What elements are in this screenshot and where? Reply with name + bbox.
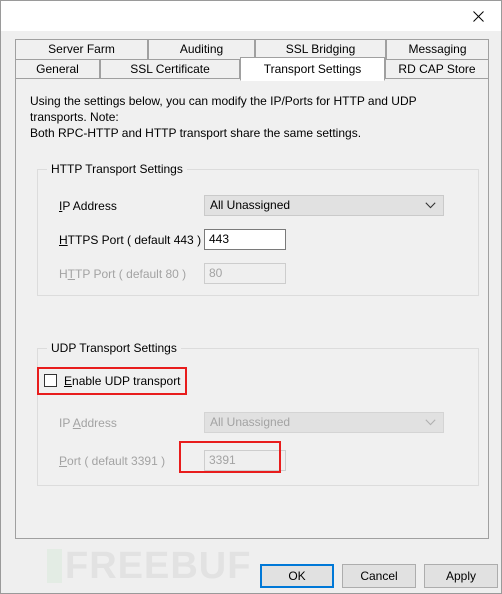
description-line-1: Using the settings below, you can modify… xyxy=(30,94,417,124)
http-ip-address-label: IP Address xyxy=(59,199,117,213)
close-button[interactable] xyxy=(455,1,501,31)
ok-button[interactable]: OK xyxy=(260,564,334,588)
title-bar xyxy=(1,1,501,31)
enable-udp-transport-checkbox[interactable] xyxy=(44,374,57,387)
dialog-window: Server Farm Auditing SSL Bridging Messag… xyxy=(0,0,502,594)
udp-port-label: Port ( default 3391 ) xyxy=(59,454,166,468)
enable-udp-transport-label: Enable UDP transport xyxy=(64,373,181,388)
tab-rd-cap-store[interactable]: RD CAP Store xyxy=(385,59,489,80)
http-group-title: HTTP Transport Settings xyxy=(47,162,187,176)
watermark: FREEBUF xyxy=(47,545,252,587)
enable-udp-transport-checkbox-row[interactable]: Enable UDP transport xyxy=(44,372,181,389)
udp-ip-address-combo: All Unassigned xyxy=(204,412,444,433)
https-port-input[interactable]: 443 xyxy=(204,229,286,250)
tab-general[interactable]: General xyxy=(15,59,100,80)
close-icon xyxy=(472,10,484,22)
cancel-button[interactable]: Cancel xyxy=(342,564,416,588)
https-port-label: HTTPS Port ( default 443 ) xyxy=(59,233,202,247)
udp-group-title: UDP Transport Settings xyxy=(47,341,181,355)
chevron-down-icon xyxy=(425,196,436,215)
tab-strip: Server Farm Auditing SSL Bridging Messag… xyxy=(15,39,489,81)
http-ip-address-combo[interactable]: All Unassigned xyxy=(204,195,444,216)
udp-ip-address-value: All Unassigned xyxy=(210,415,291,429)
tab-page-transport-settings: Using the settings below, you can modify… xyxy=(15,78,489,539)
chevron-down-icon xyxy=(425,413,436,432)
udp-transport-settings-group: UDP Transport Settings IP Address All Un… xyxy=(37,341,479,486)
watermark-text: FREEBUF xyxy=(65,545,252,587)
http-transport-settings-group: HTTP Transport Settings IP Address All U… xyxy=(37,162,479,296)
http-port-input: 80 xyxy=(204,263,286,284)
http-port-label: HTTP Port ( default 80 ) xyxy=(59,267,187,281)
http-ip-address-value: All Unassigned xyxy=(210,198,291,212)
tab-messaging[interactable]: Messaging xyxy=(386,39,489,60)
udp-port-input: 3391 xyxy=(204,450,286,471)
watermark-block xyxy=(47,549,62,583)
tab-ssl-certificate[interactable]: SSL Certificate xyxy=(100,59,240,80)
description-line-2: Both RPC-HTTP and HTTP transport share t… xyxy=(30,126,362,140)
udp-ip-address-label: IP Address xyxy=(59,416,117,430)
page-description: Using the settings below, you can modify… xyxy=(30,93,474,141)
apply-button[interactable]: Apply xyxy=(424,564,498,588)
tab-server-farm[interactable]: Server Farm xyxy=(15,39,148,60)
tab-auditing[interactable]: Auditing xyxy=(148,39,255,60)
tab-transport-settings[interactable]: Transport Settings xyxy=(240,57,385,81)
